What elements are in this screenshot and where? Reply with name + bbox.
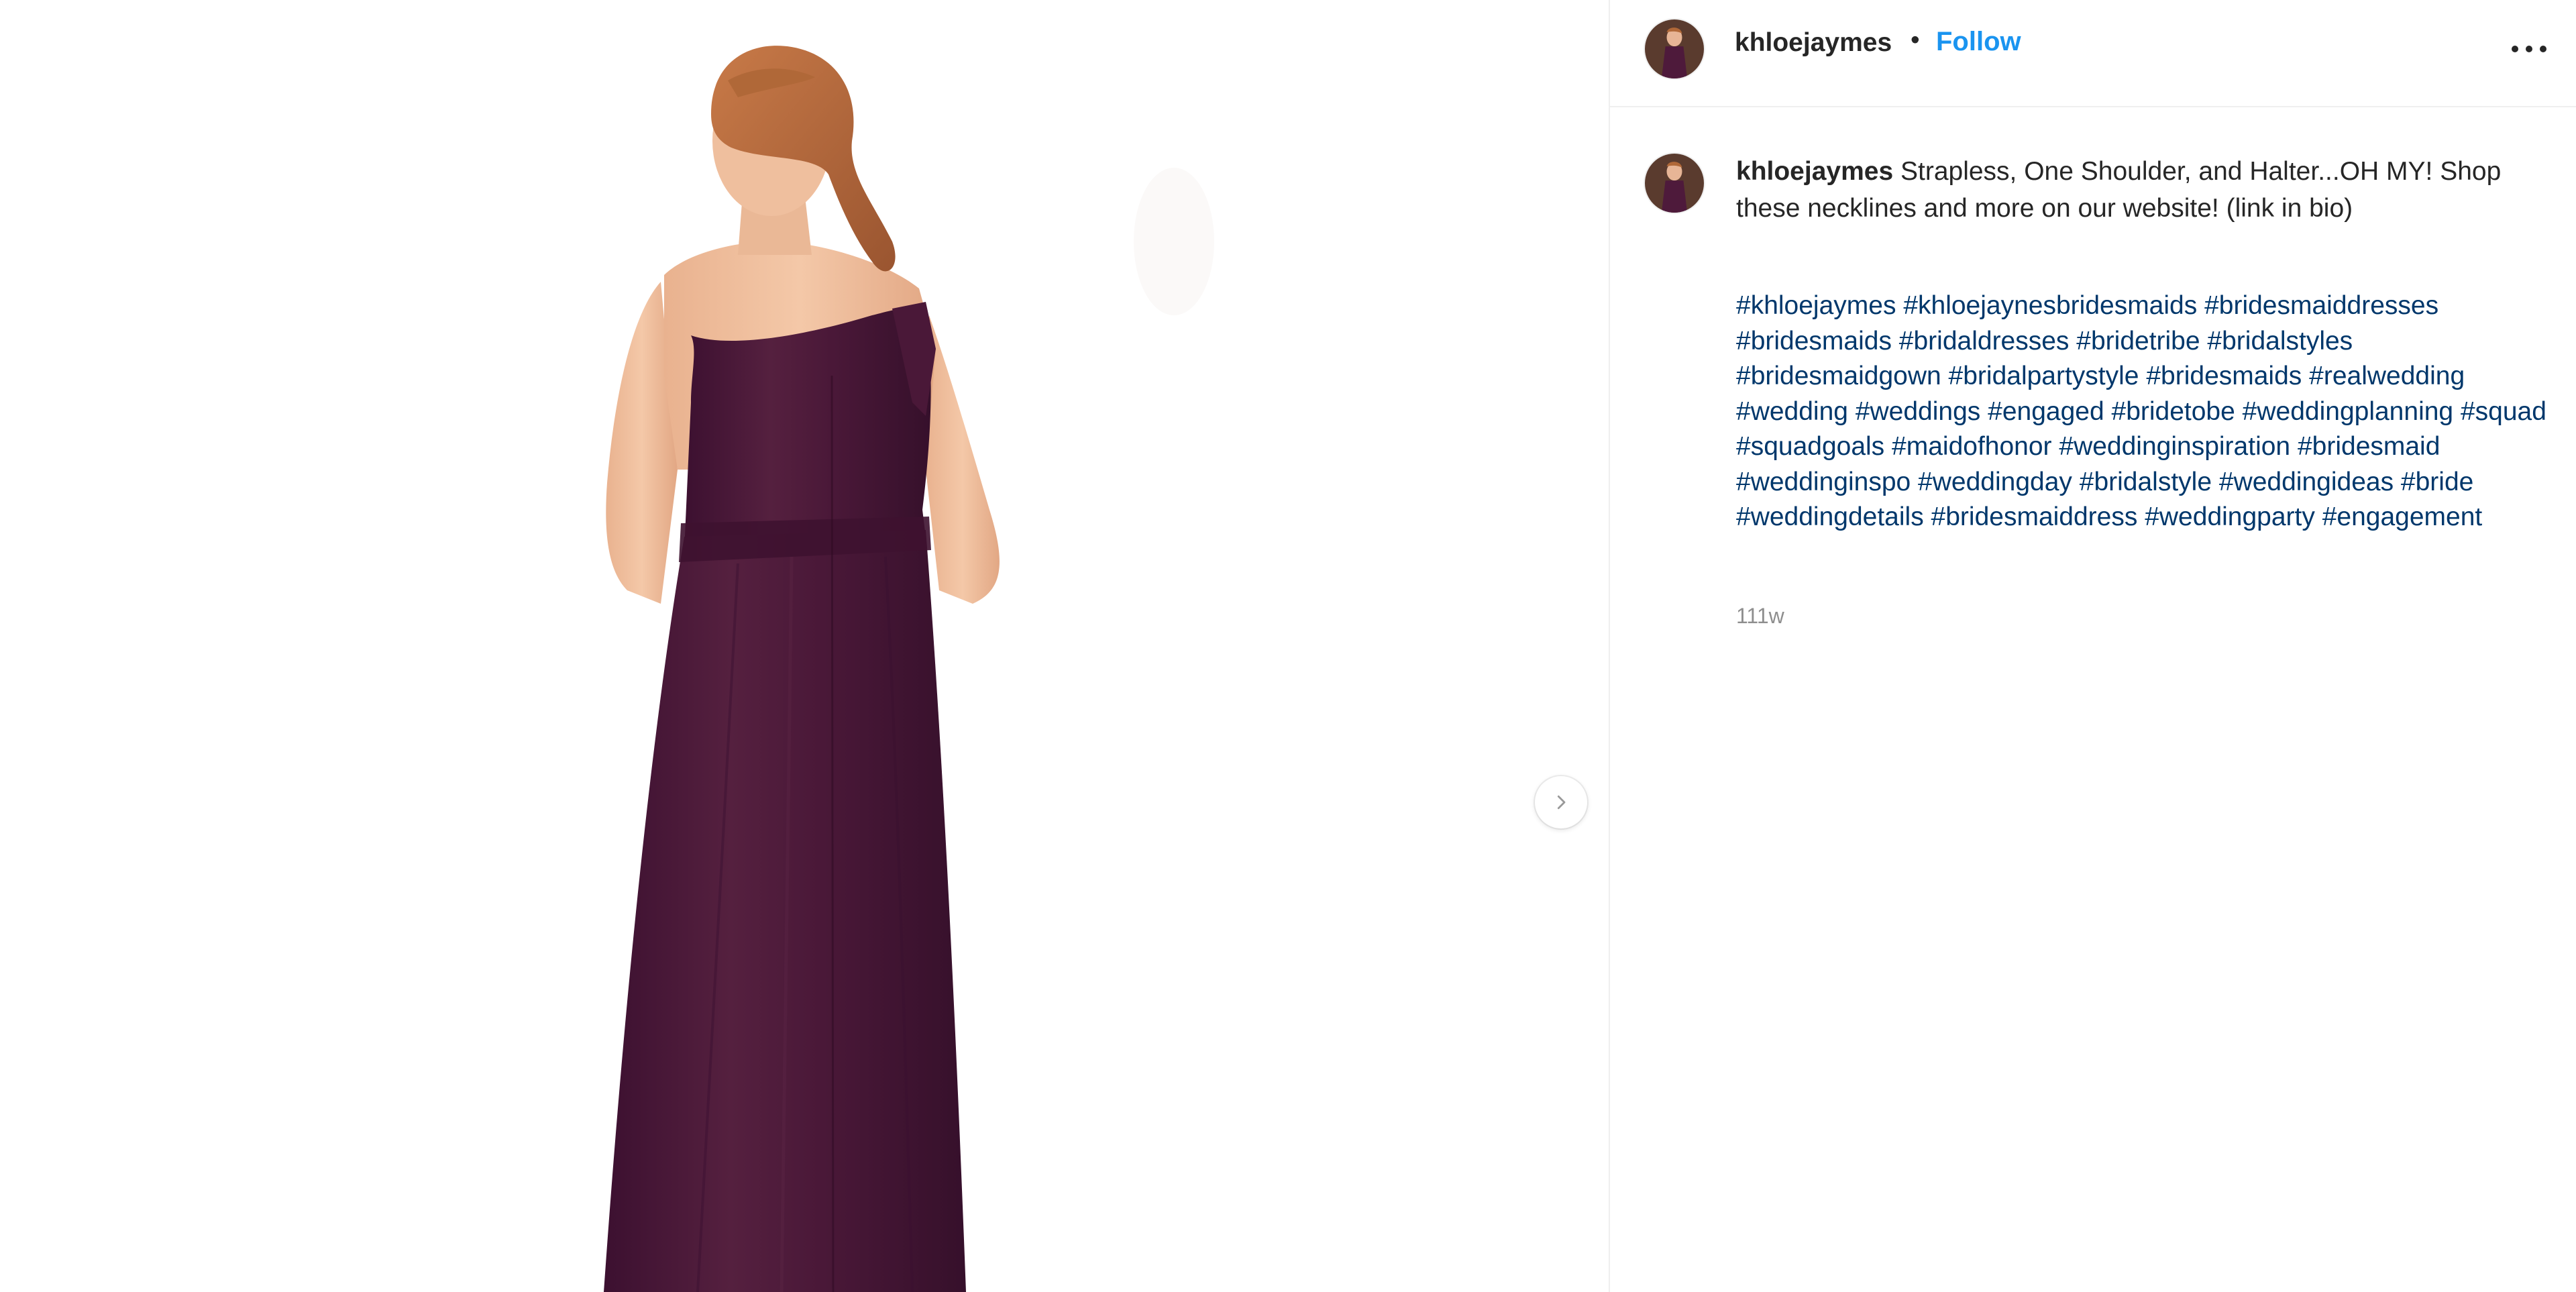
hashtag-link[interactable]: #realwedding (2309, 362, 2465, 390)
post-header: khloejaymes • Follow (1610, 0, 2576, 107)
next-photo-button[interactable] (1535, 776, 1587, 828)
hashtag-link[interactable]: #khloejaymes (1736, 291, 1896, 320)
more-dot (2540, 46, 2546, 52)
post-photo (604, 46, 1214, 1292)
header-separator: • (1911, 25, 1920, 54)
hashtag-link[interactable]: #squad (2461, 397, 2546, 426)
hashtag-link[interactable]: #bridesmaid (2298, 432, 2440, 461)
more-horizontal-icon[interactable] (2512, 39, 2546, 59)
hashtag-link[interactable]: #bridesmaids (2146, 362, 2302, 390)
caption-avatar[interactable] (1644, 152, 1705, 214)
chevron-right-icon (1557, 795, 1566, 810)
hashtag-link[interactable]: #bridesmaidgown (1736, 362, 1941, 390)
hashtag-link[interactable]: #engaged (1988, 397, 2104, 426)
more-dot (2512, 46, 2518, 52)
hashtag-link[interactable]: #bride (2401, 468, 2473, 496)
hashtag-link[interactable]: #weddings (1856, 397, 1980, 426)
hashtag-link[interactable]: #bridesmaids (1736, 327, 1892, 356)
hashtag-link[interactable]: #weddinginspiration (2059, 432, 2290, 461)
hashtag-link[interactable]: #maidofhonor (1892, 432, 2052, 461)
hashtag-link[interactable]: #bridalstyles (2207, 327, 2353, 356)
hashtag-link[interactable]: #khloejaynesbridesmaids (1903, 291, 2197, 320)
post-timestamp[interactable]: 111w (1736, 604, 1784, 629)
hashtag-link[interactable]: #bridesmaiddress (1931, 502, 2138, 531)
hashtag-link[interactable]: #wedding (1736, 397, 1848, 426)
instagram-post-page: khloejaymes • Follow khloejaymes Straple… (0, 0, 2576, 1292)
hashtag-list: #khloejaymes #khloejaynesbridesmaids #br… (1736, 288, 2561, 535)
hashtag-link[interactable]: #bridesmaiddresses (2204, 291, 2438, 320)
hashtag-link[interactable]: #weddingideas (2219, 468, 2394, 496)
hashtag-link[interactable]: #engagement (2322, 502, 2483, 531)
avatar[interactable] (1644, 18, 1705, 80)
avatar-image (1645, 154, 1704, 213)
caption-text: khloejaymes Strapless, One Shoulder, and… (1736, 153, 2555, 227)
hashtag-link[interactable]: #weddingday (1918, 468, 2072, 496)
post-media (0, 0, 1609, 1292)
hashtag-link[interactable]: #bridaldresses (1899, 327, 2070, 356)
caption-username[interactable]: khloejaymes (1736, 157, 1893, 186)
hashtag-link[interactable]: #bridetribe (2076, 327, 2200, 356)
hashtag-link[interactable]: #weddingparty (2145, 502, 2315, 531)
hashtag-link[interactable]: #bridalstyle (2080, 468, 2212, 496)
hashtag-link[interactable]: #weddingplanning (2243, 397, 2453, 426)
hashtag-link[interactable]: #bridetobe (2112, 397, 2235, 426)
hashtag-link[interactable]: #bridalpartystyle (1949, 362, 2139, 390)
follow-button[interactable]: Follow (1936, 27, 2021, 57)
header-username[interactable]: khloejaymes (1735, 28, 1892, 58)
hashtag-link[interactable]: #weddinginspo (1736, 468, 1911, 496)
more-dot (2526, 46, 2532, 52)
hashtag-link[interactable]: #squadgoals (1736, 432, 1884, 461)
post-sidebar: khloejaymes • Follow khloejaymes Straple… (1609, 0, 2576, 1292)
hashtag-link[interactable]: #weddingdetails (1736, 502, 1924, 531)
avatar-image (1645, 19, 1704, 78)
